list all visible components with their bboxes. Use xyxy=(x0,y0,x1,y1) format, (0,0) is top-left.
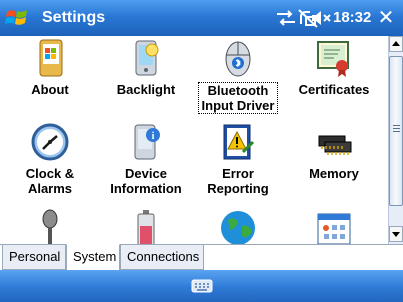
svg-text:i: i xyxy=(152,131,155,142)
app-label: Error Reporting xyxy=(207,166,269,196)
start-menu-windows-icon[interactable] xyxy=(4,4,32,32)
about-item[interactable]: About xyxy=(2,38,98,99)
memory-chip-icon xyxy=(318,135,352,155)
backlight-icon xyxy=(135,40,159,76)
close-button[interactable]: ✕ xyxy=(375,7,397,29)
microphone-item[interactable] xyxy=(2,208,98,244)
sync-arrows-icon[interactable] xyxy=(276,8,296,28)
clock-alarms-item[interactable]: Clock & Alarms xyxy=(2,122,98,198)
window-grid-item[interactable] xyxy=(286,208,382,244)
clock-icon xyxy=(31,123,69,161)
volume-mute-icon[interactable] xyxy=(310,8,332,28)
certificate-icon xyxy=(317,41,349,77)
app-label: Bluetooth Input Driver xyxy=(197,82,279,114)
memory-item[interactable]: Memory xyxy=(286,122,382,183)
vertical-scrollbar[interactable] xyxy=(388,36,403,244)
error-reporting-item[interactable]: Error Reporting xyxy=(190,122,286,198)
keyboard-icon[interactable] xyxy=(191,278,213,294)
device-information-item[interactable]: i Device Information xyxy=(98,122,194,198)
bluetooth-mouse-icon xyxy=(225,41,251,77)
scroll-thumb[interactable] xyxy=(389,56,403,206)
arrow-up-icon xyxy=(392,41,400,46)
app-label: Backlight xyxy=(116,82,176,97)
certificates-item[interactable]: Certificates xyxy=(286,38,382,99)
backlight-item[interactable]: Backlight xyxy=(98,38,194,99)
battery-item[interactable] xyxy=(98,208,194,244)
app-label: Device Information xyxy=(110,166,182,196)
tab-system[interactable]: System xyxy=(66,244,120,271)
globe-icon xyxy=(221,211,255,244)
app-label: About xyxy=(31,82,69,97)
app-label: Memory xyxy=(309,166,359,181)
window-grid-icon xyxy=(317,213,351,244)
tab-personal[interactable]: Personal xyxy=(2,245,66,270)
error-reporting-icon xyxy=(223,124,255,160)
settings-icon-grid: About Backlight Bluetooth Input Driver C… xyxy=(0,36,388,244)
tab-strip: Personal System Connections xyxy=(0,244,403,271)
globe-item[interactable] xyxy=(190,208,286,244)
scroll-up-button[interactable] xyxy=(389,36,403,52)
title-bar: Settings 18:32 ✕ xyxy=(0,0,403,36)
arrow-down-icon xyxy=(392,232,400,237)
clock[interactable]: 18:32 xyxy=(333,9,371,26)
window-title: Settings xyxy=(42,9,106,26)
windows-device-icon xyxy=(39,39,63,77)
app-label: Certificates xyxy=(298,82,370,97)
battery-icon xyxy=(137,210,155,244)
bluetooth-input-driver-item[interactable]: Bluetooth Input Driver xyxy=(190,38,286,115)
scroll-down-button[interactable] xyxy=(389,226,403,242)
microphone-icon xyxy=(42,209,58,244)
device-info-icon: i xyxy=(134,124,160,160)
app-label: Clock & Alarms xyxy=(25,166,75,196)
bottom-menu-bar xyxy=(0,270,403,302)
tab-connections[interactable]: Connections xyxy=(120,245,204,270)
